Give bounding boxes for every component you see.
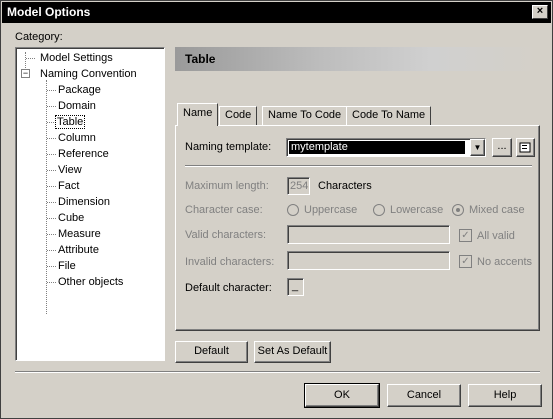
mixed-case-radio[interactable]	[452, 204, 464, 216]
separator	[15, 371, 540, 373]
max-length-label: Maximum length:	[185, 180, 269, 192]
lowercase-radio[interactable]	[373, 204, 385, 216]
set-as-default-button[interactable]: Set As Default	[254, 341, 331, 363]
naming-template-value: mytemplate	[289, 141, 465, 154]
no-accents-checkbox[interactable]: ✓	[459, 255, 472, 268]
tab-code[interactable]: Code	[219, 106, 258, 125]
tree-item-column[interactable]: Column	[58, 132, 96, 144]
tab-code-to-name[interactable]: Code To Name	[346, 106, 432, 125]
collapse-icon[interactable]: −	[21, 69, 30, 78]
close-icon: ×	[536, 5, 544, 17]
tree-line	[47, 218, 56, 219]
tree-item-package[interactable]: Package	[58, 84, 101, 96]
cancel-button[interactable]: Cancel	[387, 384, 461, 407]
properties-icon	[519, 142, 531, 153]
ok-button[interactable]: OK	[304, 383, 380, 408]
invalid-characters-label: Invalid characters:	[185, 256, 275, 268]
help-button[interactable]: Help	[468, 384, 542, 407]
max-length-field[interactable]: 254	[287, 177, 310, 195]
browse-button[interactable]: ...	[492, 138, 512, 157]
tree-item-view[interactable]: View	[58, 164, 82, 176]
tree-item-attribute[interactable]: Attribute	[58, 244, 99, 256]
tree-item-other-objects[interactable]: Other objects	[58, 276, 123, 288]
close-button[interactable]: ×	[532, 5, 548, 19]
all-valid-checkbox[interactable]: ✓	[459, 229, 472, 242]
tree-item-naming-convention[interactable]: Naming Convention	[40, 68, 137, 80]
tree-line	[47, 90, 56, 91]
tree-line	[47, 266, 56, 267]
dialog-title: Model Options	[7, 5, 91, 19]
default-character-label: Default character:	[185, 282, 272, 294]
max-length-value: 254	[290, 180, 309, 192]
valid-characters-label: Valid characters:	[185, 229, 267, 241]
tree-item-measure[interactable]: Measure	[58, 228, 101, 240]
invalid-characters-field[interactable]	[287, 251, 450, 270]
category-label: Category:	[15, 31, 63, 43]
tree-line	[47, 154, 56, 155]
mixed-case-label: Mixed case	[469, 204, 525, 216]
tree-item-domain[interactable]: Domain	[58, 100, 96, 112]
tree-line	[47, 138, 56, 139]
tree-line	[47, 122, 56, 123]
valid-characters-field[interactable]	[287, 225, 450, 244]
default-character-field[interactable]: _	[287, 278, 304, 296]
chevron-down-icon[interactable]: ▼	[470, 139, 485, 156]
tree-line	[47, 250, 56, 251]
tree-line	[47, 106, 56, 107]
separator	[185, 165, 532, 167]
tree-item-cube[interactable]: Cube	[58, 212, 84, 224]
tab-name[interactable]: Name	[177, 103, 219, 126]
tree-item-file[interactable]: File	[58, 260, 76, 272]
tree-item-dimension[interactable]: Dimension	[58, 196, 110, 208]
tree-item-reference[interactable]: Reference	[58, 148, 109, 160]
all-valid-label: All valid	[477, 230, 515, 242]
no-accents-label: No accents	[477, 256, 533, 268]
title-bar[interactable]: Model Options ×	[2, 2, 551, 23]
naming-template-select[interactable]: mytemplate ▼	[286, 138, 486, 157]
character-case-label: Character case:	[185, 204, 263, 216]
category-tree[interactable]: Model Settings − Naming Convention Packa…	[15, 47, 165, 361]
section-title: Table	[185, 52, 216, 66]
naming-template-label: Naming template:	[185, 141, 272, 153]
uppercase-label: Uppercase	[304, 204, 358, 216]
tab-name-to-code[interactable]: Name To Code	[262, 106, 348, 125]
tree-line	[47, 170, 56, 171]
tree-item-table[interactable]: Table	[54, 115, 86, 129]
properties-button[interactable]	[516, 138, 535, 157]
tree-line	[47, 234, 56, 235]
tree-line	[47, 282, 56, 283]
characters-label: Characters	[318, 180, 372, 192]
tree-line	[47, 186, 56, 187]
tree-item-model-settings[interactable]: Model Settings	[40, 52, 113, 64]
lowercase-label: Lowercase	[390, 204, 444, 216]
tree-line	[47, 202, 56, 203]
tree-item-fact[interactable]: Fact	[58, 180, 79, 192]
default-character-value: _	[292, 280, 299, 292]
tree-line	[26, 58, 35, 59]
default-button[interactable]: Default	[175, 341, 248, 363]
tree-line	[46, 80, 47, 314]
model-options-dialog: Model Options × Category: Model Settings…	[0, 0, 553, 419]
section-header: Table	[175, 47, 540, 71]
uppercase-radio[interactable]	[287, 204, 299, 216]
